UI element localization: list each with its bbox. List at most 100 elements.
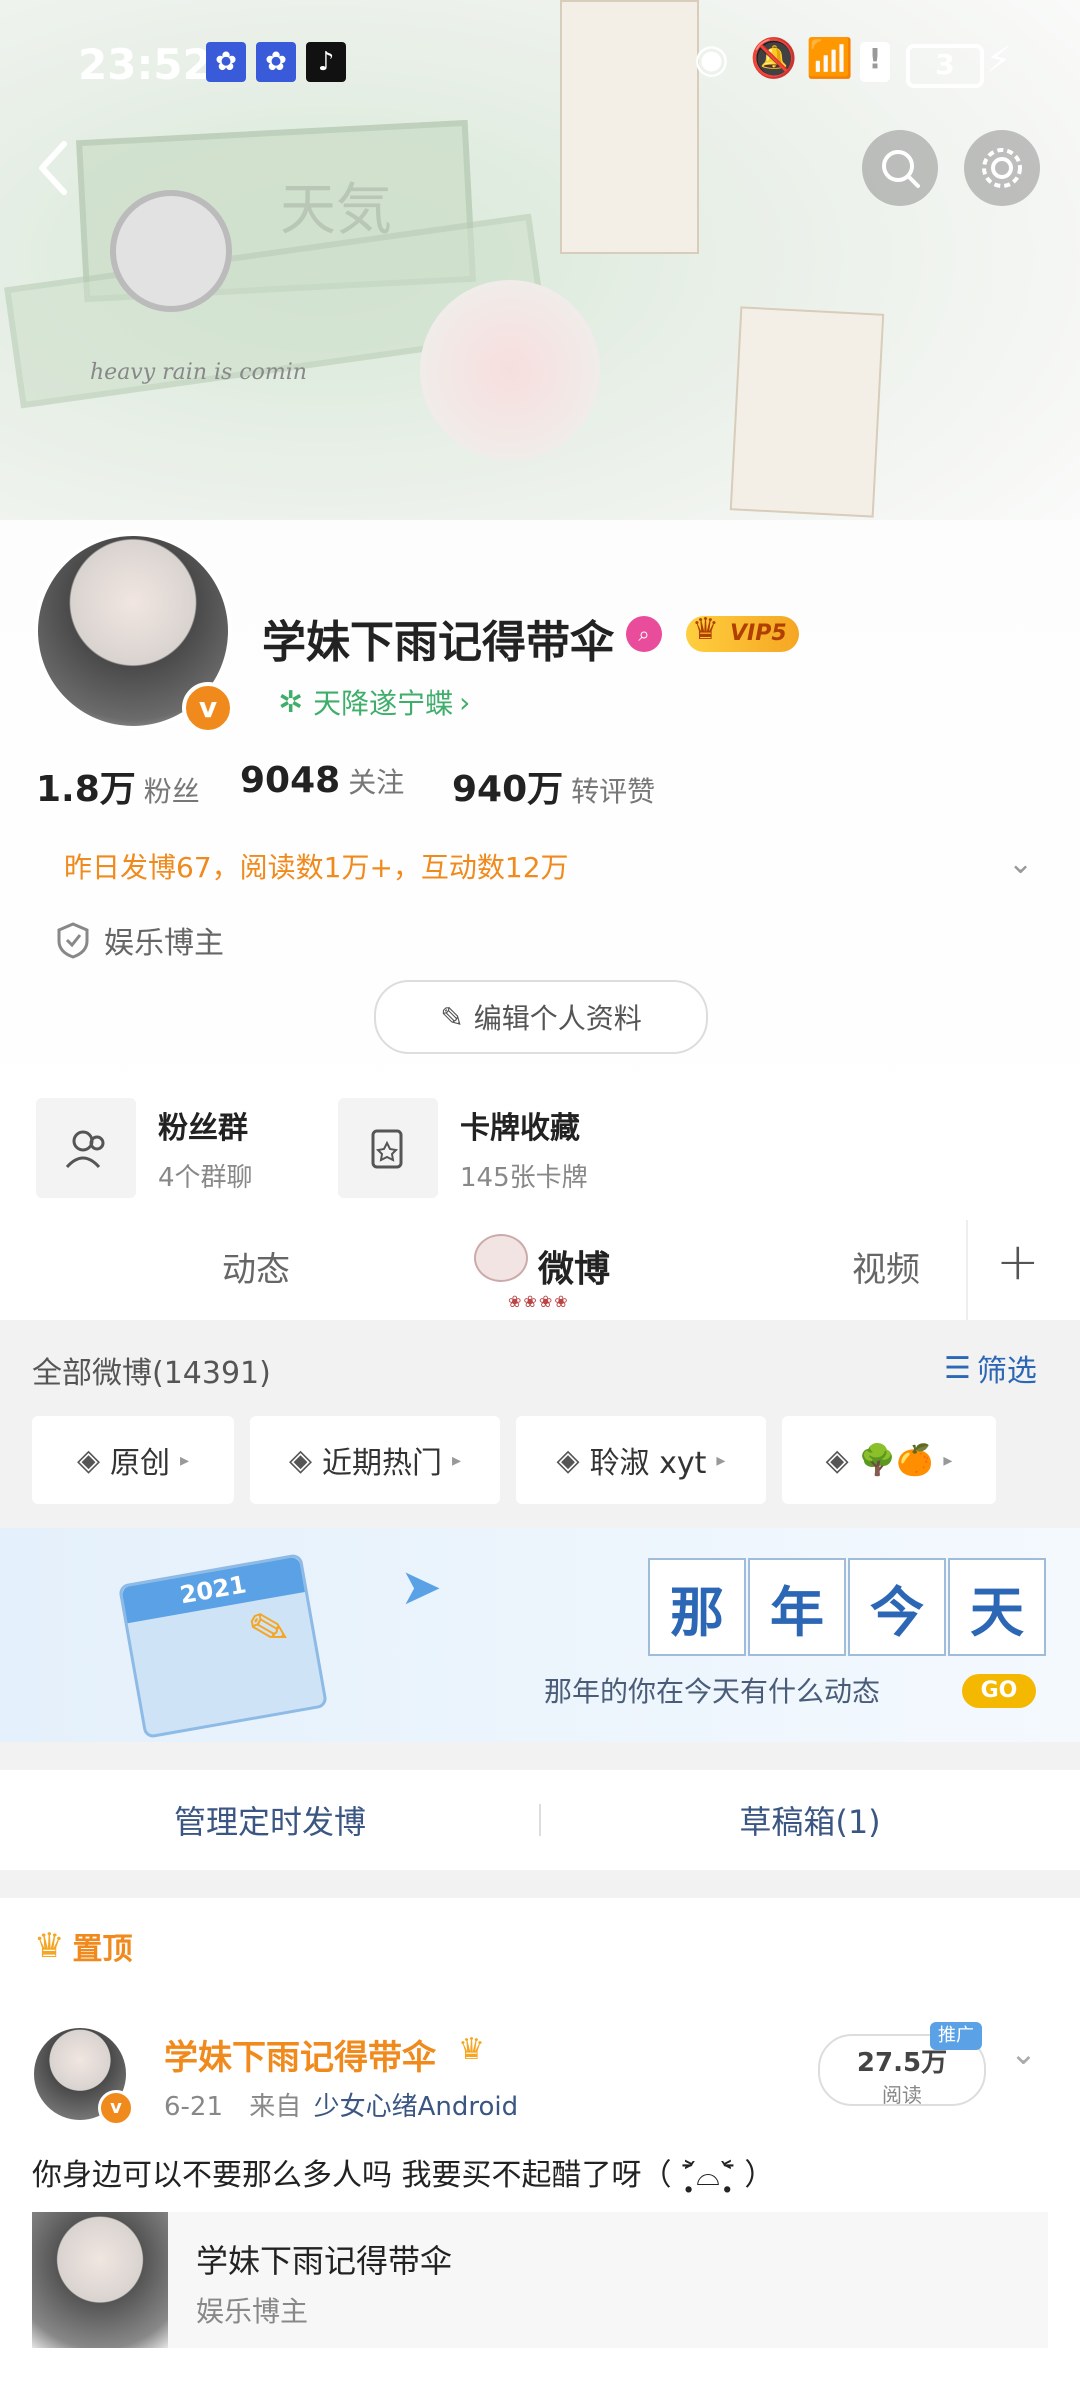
post-text: 你身边可以不要那么多人吗 我要买不起醋了呀（ ˃̣̣̥᷄⌓˂̣̣̥᷅ ） [32, 2158, 775, 2193]
drafts-button[interactable]: 草稿箱(1) [540, 1770, 1080, 1870]
search-badge-icon[interactable]: ⌕ [626, 616, 662, 652]
vip-badge[interactable]: ♛ VIP5 [686, 612, 799, 652]
wifi-icon: 📶 [806, 36, 854, 80]
profile-subtitle: 天降遂宁蝶 [313, 687, 454, 720]
layers-icon: ◈ [288, 1442, 313, 1478]
post-author-name[interactable]: 学妹下雨记得带伞 [164, 2030, 436, 2079]
manage-scheduled-button[interactable]: 管理定时发博 [0, 1770, 540, 1870]
edit-profile-label: 编辑个人资料 [473, 1002, 642, 1035]
post-link-card[interactable]: 学妹下雨记得带伞 娱乐博主 [32, 2212, 1048, 2348]
stat-label: 关注 [348, 766, 405, 799]
link-card-subtitle: 娱乐博主 [196, 2295, 309, 2328]
stat-value: 9048 [240, 760, 341, 801]
post-from: 来自 [249, 2092, 302, 2122]
filter-icon: ☰ [944, 1350, 971, 1386]
paper-plane-icon: ➤ [400, 1558, 442, 1616]
post-actions-bar: 管理定时发博 草稿箱(1) [0, 1770, 1080, 1870]
tab-video[interactable]: 视频 [852, 1242, 920, 1291]
search-icon [882, 150, 920, 188]
crown-icon: ♛ [692, 612, 719, 647]
promo-char: 年 [748, 1558, 846, 1656]
verified-badge-icon: v [182, 682, 234, 734]
stat-label: 粉丝 [143, 775, 200, 808]
post-source[interactable]: 少女心绪Android [314, 2092, 519, 2122]
pinned-post-card[interactable]: ♛ 置顶 v 学妹下雨记得带伞 ♛ 6-21 来自 少女心绪Android 27… [0, 1898, 1080, 2388]
bow-deco-icon [474, 1234, 528, 1282]
chip-emoji[interactable]: ◈ 🌳🍊 ▸ [782, 1416, 996, 1504]
tiktok-icon: ♪ [306, 42, 346, 82]
calendar-icon: 2021 [117, 1553, 329, 1739]
shield-icon [57, 922, 89, 959]
promote-badge[interactable]: 推广 [930, 2022, 982, 2050]
layers-icon: ◈ [825, 1442, 849, 1478]
card-icon [338, 1098, 438, 1198]
edit-profile-button[interactable]: ✎ 编辑个人资料 [374, 980, 708, 1054]
stat-likes[interactable]: 940万 转评赞 [452, 760, 655, 812]
status-time: 23:52 [78, 40, 212, 89]
stat-following[interactable]: 9048 关注 [240, 760, 404, 801]
back-arrow-icon [39, 141, 67, 195]
stat-value: 1.8万 [36, 769, 136, 810]
settings-button[interactable] [964, 130, 1040, 206]
go-button[interactable]: GO [962, 1674, 1036, 1708]
chevron-down-icon[interactable]: ⌄ [1010, 2034, 1037, 2072]
stat-label: 转评赞 [571, 775, 656, 808]
profile-subtitle-link[interactable]: ✲ 天降遂宁蝶 › [278, 682, 470, 722]
creator-tag[interactable]: 娱乐博主 [56, 918, 224, 962]
chip-label: 原创 [110, 1446, 171, 1481]
post-date: 6-21 [164, 2092, 224, 2122]
flower-icon: ✲ [278, 684, 304, 720]
charging-icon: ⚡ [986, 40, 1012, 81]
activity-summary[interactable]: 昨日发博67，阅读数1万+，互动数12万 [64, 846, 569, 886]
tile-title: 卡牌收藏 [460, 1110, 580, 1146]
gear-icon [982, 148, 1022, 188]
tile-title: 粉丝群 [158, 1110, 248, 1146]
weibo-filter-section: 全部微博(14391) ☰ 筛选 ◈ 原创 ▸ ◈ 近期热门 ▸ ◈ 聆淑 xy… [0, 1320, 1080, 1528]
on-this-day-banner[interactable]: 2021 ✏ ➤ 那 年 今 天 那年的你在今天有什么动态 GO [0, 1528, 1080, 1742]
chip-label: 近期热门 [322, 1446, 443, 1481]
crown-icon: ♛ [34, 1926, 65, 1966]
triangle-right-icon: ▸ [452, 1449, 462, 1471]
search-button[interactable] [862, 130, 938, 206]
photo-card-decoration [560, 0, 699, 254]
snow-globe-decoration [420, 280, 600, 460]
add-tab-icon[interactable]: + [996, 1232, 1040, 1292]
post-meta: 6-21 来自 少女心绪Android [164, 2086, 518, 2123]
fan-group-tile[interactable]: 粉丝群 4个群聊 [36, 1098, 253, 1198]
chip-label: 🌳🍊 [858, 1442, 934, 1478]
promo-char: 天 [948, 1558, 1046, 1656]
stat-followers[interactable]: 1.8万 粉丝 [36, 760, 200, 812]
app-notification-icon-2: ✿ [256, 42, 296, 82]
mute-bell-icon: 🔕 [750, 36, 798, 80]
battery-level: 3 [935, 48, 955, 81]
card-collection-tile[interactable]: 卡牌收藏 145张卡牌 [338, 1098, 588, 1198]
stat-value: 940万 [452, 769, 564, 810]
triangle-right-icon: ▸ [943, 1449, 953, 1471]
tab-weibo[interactable]: 微博 [538, 1240, 610, 1292]
alert-icon: ! [860, 42, 890, 82]
chevron-down-icon[interactable]: ⌄ [1008, 846, 1033, 881]
banner-script-text: heavy rain is comin [90, 360, 307, 385]
chip-original[interactable]: ◈ 原创 ▸ [32, 1416, 234, 1504]
photo-card-decoration-2 [729, 306, 885, 518]
promo-caption: 那年的你在今天有什么动态 [544, 1675, 881, 1708]
weibo-count: 全部微博(14391) [32, 1356, 271, 1391]
triangle-right-icon: ▸ [716, 1449, 726, 1471]
creator-tag-label: 娱乐博主 [104, 926, 224, 961]
vip-crown-icon: ♛ [458, 2032, 485, 2067]
vip-level: VIP5 [730, 621, 787, 646]
tab-weibo-underline-deco: ❀❀❀❀ [508, 1292, 570, 1311]
pencil-icon: ✎ [440, 1000, 464, 1034]
chip-xyt[interactable]: ◈ 聆淑 xyt ▸ [516, 1416, 766, 1504]
banner-deco-title: 天気 [280, 178, 392, 243]
filter-button[interactable]: ☰ 筛选 [944, 1346, 1037, 1390]
chevron-right-icon: › [459, 685, 471, 719]
chip-recent-hot[interactable]: ◈ 近期热门 ▸ [250, 1416, 500, 1504]
tab-dynamic[interactable]: 动态 [222, 1242, 290, 1291]
promo-char: 那 [648, 1558, 746, 1656]
back-button[interactable] [24, 130, 84, 206]
triangle-right-icon: ▸ [180, 1449, 190, 1471]
filter-label: 筛选 [976, 1354, 1037, 1389]
battery-icon: 3 [906, 44, 984, 88]
link-card-image [32, 2212, 168, 2348]
